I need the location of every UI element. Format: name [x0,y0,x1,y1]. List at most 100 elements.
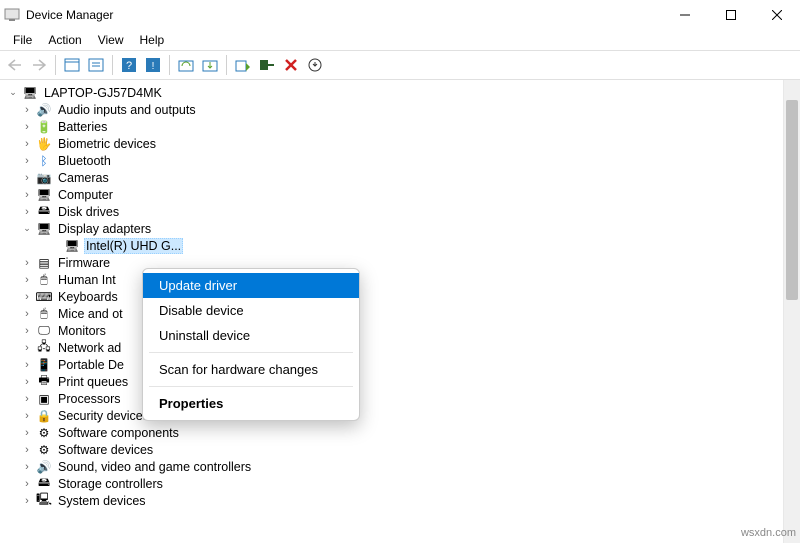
ctx-properties[interactable]: Properties [143,391,359,416]
device-label: Intel(R) UHD G... [84,238,183,254]
expander-icon[interactable] [20,375,34,389]
tree-item[interactable]: 🖥Display adapters [6,220,800,237]
titlebar: Device Manager [0,0,800,30]
device-label: Print queues [56,375,130,389]
ctx-disable-device[interactable]: Disable device [143,298,359,323]
expander-icon[interactable] [20,443,34,457]
menu-file[interactable]: File [5,31,40,49]
svg-text:!: ! [152,61,155,72]
scrollbar-thumb[interactable] [786,100,798,300]
device-icon: ⚙ [36,425,52,441]
tree-item[interactable]: 🔊Sound, video and game controllers [6,458,800,475]
scrollbar[interactable] [783,80,800,543]
expander-icon[interactable] [20,222,34,236]
ctx-uninstall-device[interactable]: Uninstall device [143,323,359,348]
minimize-button[interactable] [662,0,708,30]
expander-icon[interactable] [20,358,34,372]
update-driver-toolbar-button[interactable] [199,54,221,76]
device-label: Firmware [56,256,112,270]
tree-item[interactable]: 🖴Disk drives [6,203,800,220]
tree-item[interactable]: 📱Portable De [6,356,800,373]
expander-icon[interactable] [20,171,34,185]
window-controls [662,0,800,30]
tree-root[interactable]: 🖥LAPTOP-GJ57D4MK [6,84,800,101]
help-toolbar-button[interactable]: ? [118,54,140,76]
tree-item[interactable]: ᛒBluetooth [6,152,800,169]
expander-icon[interactable] [20,188,34,202]
expander-icon[interactable] [20,307,34,321]
tree-item[interactable]: ⌨Keyboards [6,288,800,305]
tree-item[interactable]: 🖱 Mice and ot [6,305,800,322]
expander-icon[interactable] [20,205,34,219]
expander-icon[interactable] [20,137,34,151]
expander-icon[interactable] [20,256,34,270]
disable-device-toolbar-button[interactable] [256,54,278,76]
tree-item[interactable]: ⚙Software components [6,424,800,441]
expander-icon[interactable] [20,324,34,338]
tree-item[interactable]: 🖱Human Int [6,271,800,288]
tree-item[interactable]: 🔊Audio inputs and outputs [6,101,800,118]
ctx-update-driver[interactable]: Update driver [143,273,359,298]
menu-view[interactable]: View [90,31,132,49]
enable-device-toolbar-button[interactable] [232,54,254,76]
tree-item-child[interactable]: 🖥Intel(R) UHD G... [6,237,800,254]
device-tree[interactable]: 🖥LAPTOP-GJ57D4MK🔊Audio inputs and output… [0,80,800,509]
tree-item[interactable]: ⚙ Software devices [6,441,800,458]
properties-toolbar-button[interactable] [85,54,107,76]
tree-item[interactable]: 🖥Computer [6,186,800,203]
close-button[interactable] [754,0,800,30]
device-icon: 🖐 [36,136,52,152]
device-icon: 🖧 [36,340,52,356]
expander-icon[interactable] [20,426,34,440]
maximize-button[interactable] [708,0,754,30]
expander-icon[interactable] [20,409,34,423]
expander-icon[interactable] [20,494,34,508]
expander-icon[interactable] [20,477,34,491]
device-icon: 🖱 [36,306,52,322]
expander-icon[interactable] [20,103,34,117]
device-icon: 🔊 [36,102,52,118]
device-label: Mice and ot [56,307,125,321]
device-label: Security devices [56,409,151,423]
expander-icon[interactable] [20,341,34,355]
tree-item[interactable]: ▣Processors [6,390,800,407]
device-icon: 📷 [36,170,52,186]
expander-icon[interactable] [20,392,34,406]
device-label: Sound, video and game controllers [56,460,253,474]
show-hide-console-button[interactable] [61,54,83,76]
expander-icon[interactable] [20,290,34,304]
device-icon: ᛒ [36,153,52,169]
menu-action[interactable]: Action [40,31,89,49]
tree-item[interactable]: 🔋Batteries [6,118,800,135]
expander-icon[interactable] [20,120,34,134]
expander-icon[interactable] [48,239,62,253]
scan-toolbar-button[interactable] [175,54,197,76]
device-icon: 🖥 [64,238,80,254]
tree-item[interactable]: 📷Cameras [6,169,800,186]
tree-item[interactable]: 🔒Security devices [6,407,800,424]
device-label: Batteries [56,120,109,134]
expander-icon[interactable] [20,460,34,474]
tree-item[interactable]: 🖵Monitors [6,322,800,339]
add-legacy-toolbar-button[interactable] [304,54,326,76]
forward-button[interactable] [28,54,50,76]
watermark: wsxdn.com [741,527,796,539]
expander-icon[interactable] [20,154,34,168]
expander-icon[interactable] [20,273,34,287]
tree-item[interactable]: 🖐Biometric devices [6,135,800,152]
back-button[interactable] [4,54,26,76]
tree-item[interactable]: ▤Firmware [6,254,800,271]
uninstall-device-toolbar-button[interactable] [280,54,302,76]
tree-item[interactable]: 🖴Storage controllers [6,475,800,492]
tree-item[interactable]: 🖶Print queues [6,373,800,390]
device-label: Software devices [56,443,155,457]
device-label: Network ad [56,341,123,355]
device-icon: 🖱 [36,272,52,288]
tree-item[interactable]: 🖳System devices [6,492,800,509]
action-toolbar-button[interactable]: ! [142,54,164,76]
tree-item[interactable]: 🖧 Network ad [6,339,800,356]
ctx-scan-hardware[interactable]: Scan for hardware changes [143,357,359,382]
device-icon: ⚙ [36,442,52,458]
expander-icon[interactable] [6,86,20,100]
menu-help[interactable]: Help [132,31,173,49]
